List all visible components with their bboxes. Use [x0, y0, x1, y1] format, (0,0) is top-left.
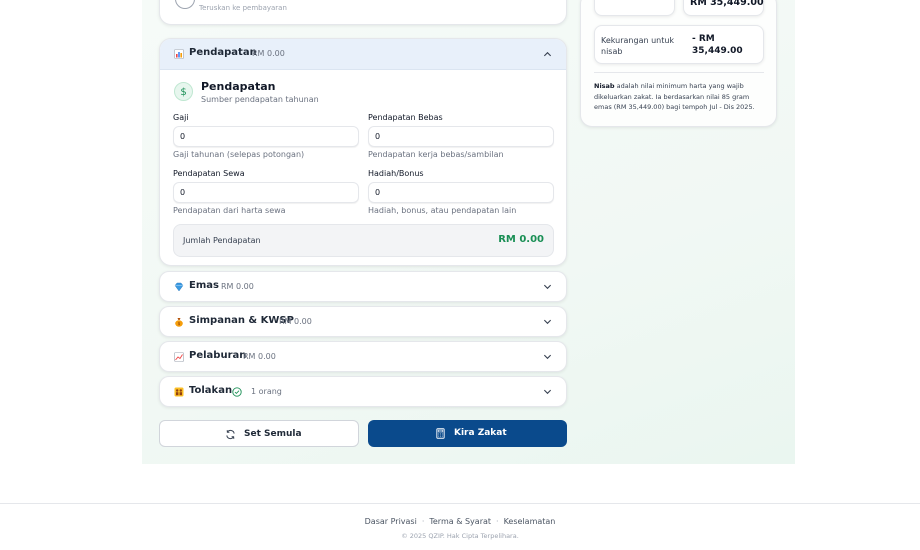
income-header-title: Pendapatan	[189, 47, 257, 58]
step-number: 3	[175, 0, 195, 9]
income-section-subtitle: Sumber pendapatan tahunan	[201, 95, 319, 104]
gem-icon	[174, 282, 184, 292]
bonus-input[interactable]	[368, 182, 554, 203]
chevron-down-icon	[543, 284, 552, 290]
accordion-amount: RM 0.00	[243, 352, 276, 361]
chevron-up-icon[interactable]	[543, 50, 552, 59]
rental-input[interactable]	[173, 182, 359, 203]
nisab-note-term: Nisab	[594, 82, 615, 90]
accordion-title: Tolakan	[189, 385, 233, 396]
accordion-title: Emas	[189, 280, 219, 291]
income-accordion-header[interactable]: Pendapatan RM 0.00	[160, 39, 566, 70]
income-card: Pendapatan RM 0.00 $ Pendapatan Sumber p…	[159, 38, 567, 266]
check-circle-icon	[232, 387, 242, 397]
svg-text:$: $	[178, 321, 181, 326]
chart-up-icon	[174, 352, 184, 362]
income-total-box: Jumlah Pendapatan RM 0.00	[173, 224, 554, 257]
salary-label: Gaji	[173, 113, 189, 122]
bonus-hint: Hadiah, bonus, atau pendapatan lain	[368, 206, 517, 215]
salary-input[interactable]	[173, 126, 359, 147]
income-header-amount: RM 0.00	[252, 49, 285, 58]
privacy-link[interactable]: Dasar Privasi	[365, 517, 417, 526]
chevron-down-icon	[543, 354, 552, 360]
footer-divider	[0, 503, 920, 504]
income-total-value: RM 0.00	[498, 234, 544, 245]
nisab-value: RM 35,449.00	[690, 0, 764, 8]
shortfall-label: Kekurangan untuk nisab	[601, 36, 675, 56]
family-icon	[174, 387, 184, 397]
dollar-icon: $	[174, 82, 193, 101]
chevron-down-icon	[543, 319, 552, 325]
calculate-button-label: Kira Zakat	[454, 428, 507, 438]
calculate-zakat-button[interactable]: Kira Zakat	[368, 420, 567, 447]
salary-hint: Gaji tahunan (selepas potongan)	[173, 150, 305, 159]
footer-links: Dasar Privasi · Terma & Syarat · Keselamatan	[0, 517, 920, 526]
accordion-simpanan[interactable]: $ Simpanan & KWSP RM 0.00	[159, 306, 567, 337]
shortfall-card: Kekurangan untuk nisab - RM 35,449.00	[594, 25, 764, 64]
step-subtitle: Teruskan ke pembayaran	[199, 4, 287, 12]
accordion-title: Pelaburan	[189, 350, 247, 361]
calculator-icon	[436, 428, 445, 439]
nisab-note-text: adalah nilai minimum harta yang wajib di…	[594, 82, 755, 111]
shortfall-value: - RM 35,449.00	[692, 34, 743, 56]
rental-hint: Pendapatan dari harta sewa	[173, 206, 286, 215]
accordion-emas[interactable]: Emas RM 0.00	[159, 271, 567, 302]
accordion-amount: RM 0.00	[279, 317, 312, 326]
reset-button-label: Set Semula	[244, 429, 302, 439]
nisab-note: Nisab adalah nilai minimum harta yang wa…	[594, 81, 764, 113]
summary-tile-left	[594, 0, 675, 16]
money-bag-icon: $	[175, 318, 183, 327]
terms-link[interactable]: Terma & Syarat	[429, 517, 491, 526]
refresh-icon	[226, 429, 235, 440]
footer-separator: ·	[421, 517, 425, 526]
freelance-hint: Pendapatan kerja bebas/sambilan	[368, 150, 504, 159]
step-card: 3 Teruskan ke pembayaran	[159, 0, 567, 25]
income-section-title: Pendapatan	[201, 80, 276, 93]
summary-divider	[594, 72, 764, 73]
bonus-label: Hadiah/Bonus	[368, 169, 424, 178]
accordion-pelaburan[interactable]: Pelaburan RM 0.00	[159, 341, 567, 372]
reset-button[interactable]: Set Semula	[159, 420, 359, 447]
footer-separator: ·	[496, 517, 499, 526]
rental-label: Pendapatan Sewa	[173, 169, 245, 178]
chevron-down-icon	[543, 389, 552, 395]
security-link[interactable]: Keselamatan	[504, 517, 556, 526]
bar-chart-icon	[174, 49, 184, 59]
copyright: © 2025 QZIP. Hak Cipta Terpelihara.	[401, 532, 519, 540]
income-total-label: Jumlah Pendapatan	[183, 236, 261, 245]
accordion-amount: RM 0.00	[221, 282, 254, 291]
freelance-label: Pendapatan Bebas	[368, 113, 443, 122]
accordion-tolakan[interactable]: Tolakan 1 orang	[159, 376, 567, 407]
freelance-input[interactable]	[368, 126, 554, 147]
nisab-tile: RM 35,449.00	[683, 0, 764, 16]
accordion-amount: 1 orang	[251, 387, 282, 396]
